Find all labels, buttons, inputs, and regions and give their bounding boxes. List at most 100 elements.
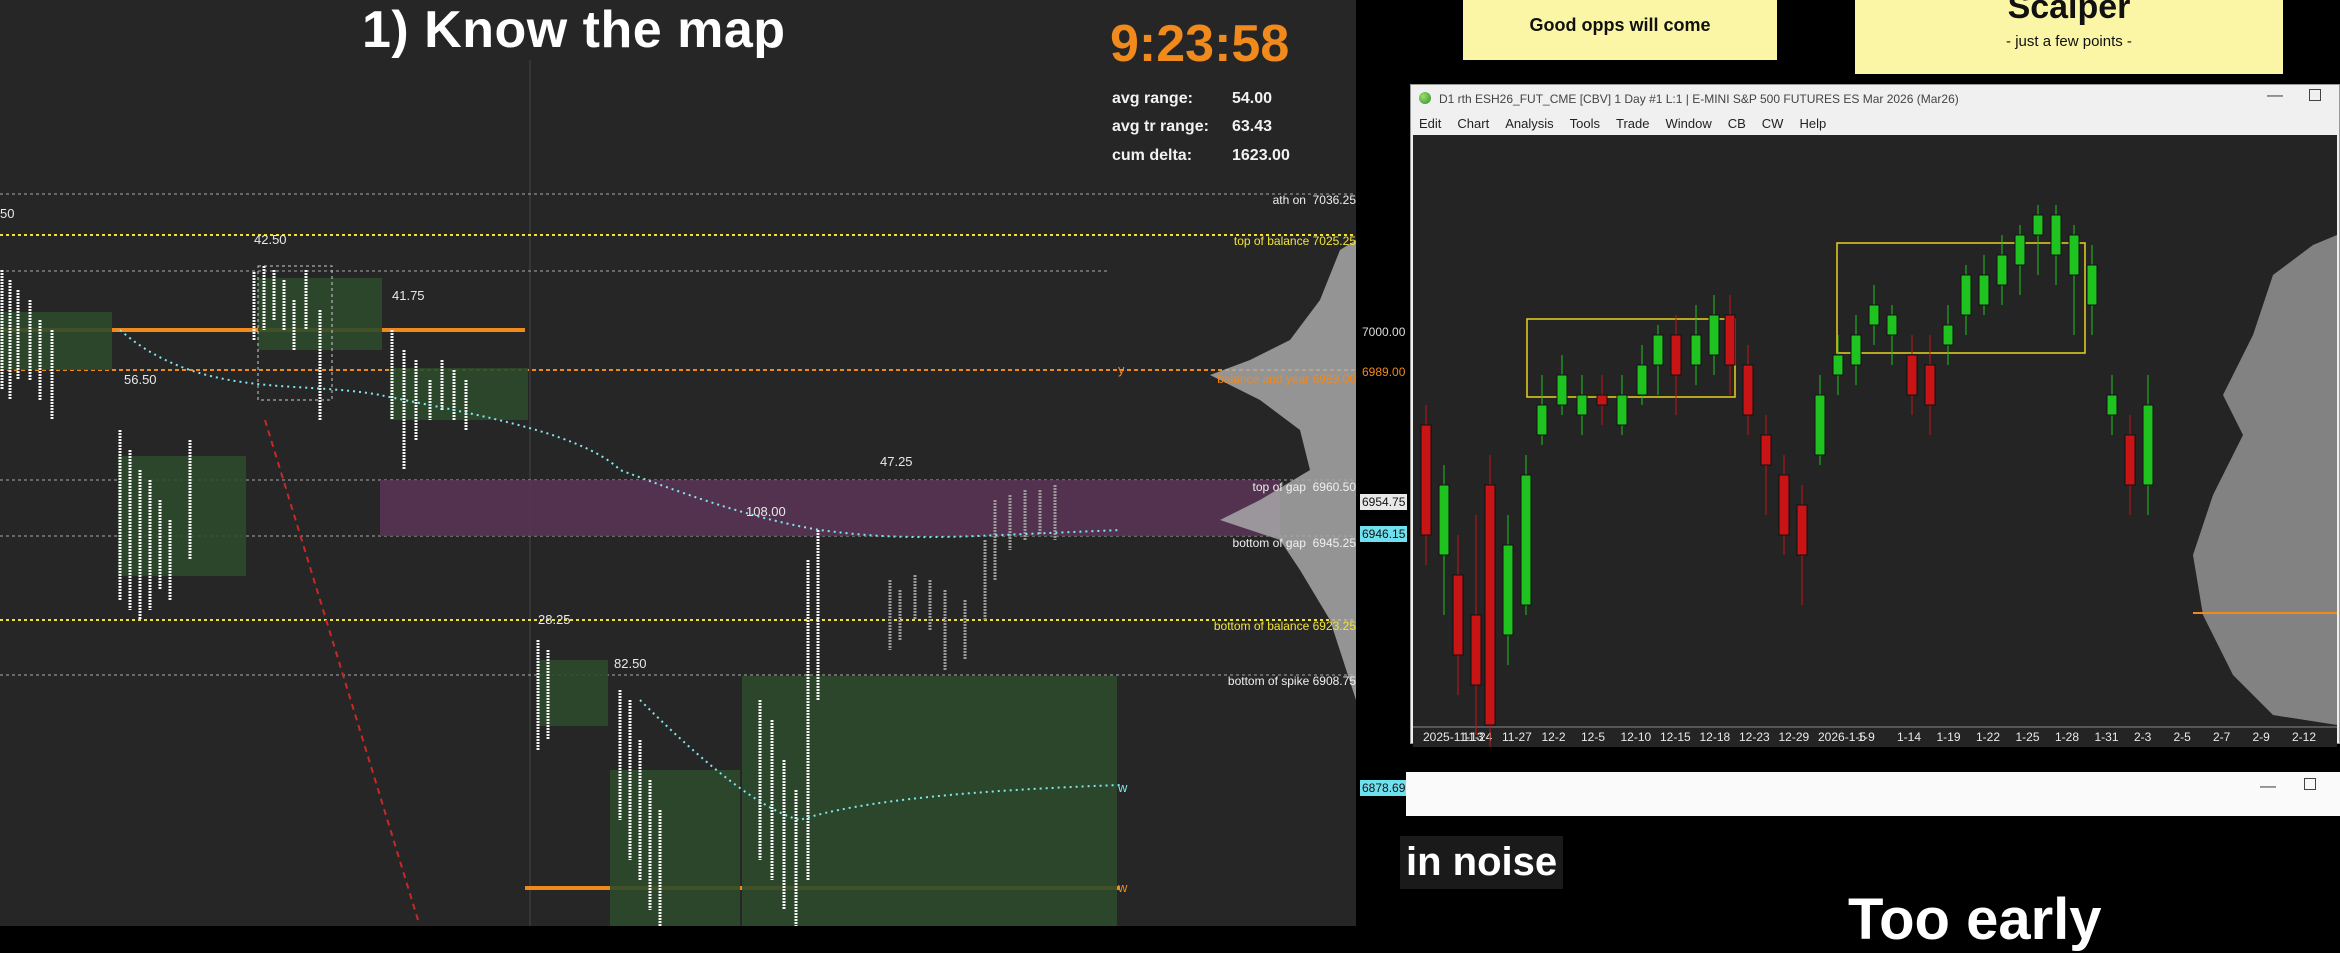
candle-body bbox=[1616, 394, 1628, 426]
stat-label-cum-delta: cum delta: bbox=[1112, 147, 1193, 164]
volume-profile bbox=[2193, 235, 2337, 725]
date-tick-label: 2-9 bbox=[2253, 730, 2271, 744]
menu-item-tools[interactable]: Tools bbox=[1570, 116, 1600, 131]
range-label: 41.75 bbox=[392, 288, 425, 303]
date-tick-label: 12-23 bbox=[1739, 730, 1770, 744]
candle-body bbox=[1670, 334, 1682, 376]
candle-body bbox=[1942, 324, 1954, 346]
candle-body bbox=[1420, 424, 1432, 536]
stat-value-cum-delta: 1623.00 bbox=[1232, 147, 1290, 164]
date-tick-label: 1-22 bbox=[1976, 730, 2000, 744]
candle-body bbox=[2106, 394, 2118, 416]
price-tag-6954: 6954.75 bbox=[1360, 494, 1408, 510]
candle-body bbox=[1868, 304, 1880, 326]
maximize-icon[interactable] bbox=[2304, 778, 2316, 790]
date-tick-label: 2-5 bbox=[2174, 730, 2192, 744]
window-title: D1 rth ESH26_FUT_CME [CBV] 1 Day #1 L:1 … bbox=[1439, 92, 1959, 106]
candle-body bbox=[1886, 314, 1898, 336]
candle-body bbox=[1760, 434, 1772, 466]
candle-body bbox=[2124, 434, 2136, 486]
price-tag-6878: 6878.69 bbox=[1360, 780, 1408, 796]
tpo-chart-canvas[interactable] bbox=[0, 0, 1356, 926]
date-tick-label: 12-10 bbox=[1621, 730, 1652, 744]
menu-item-chart[interactable]: Chart bbox=[1457, 116, 1489, 131]
date-tick-label: 1-31 bbox=[2095, 730, 2119, 744]
range-label: 28.25 bbox=[538, 612, 571, 627]
window-globe-icon bbox=[1419, 92, 1431, 104]
candle-body bbox=[1536, 404, 1548, 436]
candle-body bbox=[1502, 544, 1514, 636]
level-top-of-gap: top of gap 6960.50 bbox=[1252, 480, 1356, 494]
date-tick-label: 12-2 bbox=[1542, 730, 1566, 744]
candle-body bbox=[1814, 394, 1826, 456]
candle-body bbox=[1850, 334, 1862, 366]
menu-item-analysis[interactable]: Analysis bbox=[1505, 116, 1553, 131]
date-tick-label: 1-25 bbox=[2016, 730, 2040, 744]
session-clock: 9:23:58 bbox=[1110, 15, 1290, 73]
maximize-icon[interactable] bbox=[2309, 89, 2321, 101]
candle-body bbox=[1652, 334, 1664, 366]
candle-body bbox=[2032, 214, 2044, 236]
date-tick-label: 11-24 bbox=[1463, 730, 1493, 744]
w-marker: w bbox=[1118, 880, 1128, 895]
scalper-subtitle: - just a few points - bbox=[2006, 33, 2132, 50]
menu-item-trade[interactable]: Trade bbox=[1616, 116, 1649, 131]
menu-item-help[interactable]: Help bbox=[1799, 116, 1826, 131]
date-tick-label: 12-5 bbox=[1581, 730, 1605, 744]
candle-body bbox=[1924, 364, 1936, 406]
candle-body bbox=[1470, 614, 1482, 686]
candle-body bbox=[2050, 214, 2062, 256]
daily-chart-window[interactable]: D1 rth ESH26_FUT_CME [CBV] 1 Day #1 L:1 … bbox=[1410, 84, 2340, 747]
level-balance-and-year: balance and year 6989.00 bbox=[1217, 372, 1356, 386]
range-label: 50 bbox=[0, 206, 15, 221]
y-marker: y bbox=[1118, 362, 1125, 377]
date-tick-label: 1-14 bbox=[1897, 730, 1921, 744]
range-label: 42.50 bbox=[254, 232, 287, 247]
stat-label-avg-range: avg range: bbox=[1112, 90, 1193, 107]
candle-body bbox=[1906, 354, 1918, 396]
candle-body bbox=[1576, 394, 1588, 416]
level-bottom-of-gap: bottom of gap 6945.25 bbox=[1232, 536, 1356, 550]
stat-value-avg-tr-range: 63.43 bbox=[1232, 118, 1273, 135]
date-tick-label: 2-12 bbox=[2292, 730, 2316, 744]
candle-body bbox=[1596, 394, 1608, 406]
window-titlebar[interactable]: D1 rth ESH26_FUT_CME [CBV] 1 Day #1 L:1 … bbox=[1411, 85, 2339, 113]
level-ath: ath on 7036.25 bbox=[1272, 193, 1356, 207]
page-title: 1) Know the map bbox=[362, 1, 786, 59]
candle-body bbox=[1520, 474, 1532, 606]
range-label: 108.00 bbox=[746, 504, 786, 519]
candle-body bbox=[2014, 234, 2026, 266]
minimize-icon[interactable]: — bbox=[2260, 778, 2276, 796]
second-window-titlebar[interactable]: — bbox=[1406, 772, 2340, 816]
candle-body bbox=[1690, 334, 1702, 366]
sticky-note-good-opps: Good opps will come bbox=[1463, 0, 1777, 60]
date-tick-label: 12-18 bbox=[1700, 730, 1731, 744]
date-tick-label: 1-19 bbox=[1937, 730, 1961, 744]
candle-body bbox=[1452, 574, 1464, 656]
date-tick-label: 11-27 bbox=[1502, 730, 1532, 744]
range-label: 82.50 bbox=[614, 656, 647, 671]
candle-body bbox=[1438, 484, 1450, 556]
date-tick-label: 1-9 bbox=[1858, 730, 1876, 744]
left-chart-panel[interactable]: 1) Know the map 9:23:58 avg range: 54.00… bbox=[0, 0, 1356, 926]
level-top-of-balance: top of balance 7025.25 bbox=[1233, 234, 1356, 248]
sticky-note-scalper: Scalper - just a few points - bbox=[1855, 0, 2283, 74]
candle-body bbox=[1996, 254, 2008, 286]
candle-body bbox=[1636, 364, 1648, 396]
w-marker: w bbox=[1118, 780, 1128, 795]
date-tick-label: 1-28 bbox=[2055, 730, 2079, 744]
menu-item-window[interactable]: Window bbox=[1665, 116, 1711, 131]
date-tick-label: 2-7 bbox=[2213, 730, 2231, 744]
range-label: 47.25 bbox=[880, 454, 913, 469]
candle-body bbox=[1978, 274, 1990, 306]
candle-body bbox=[1556, 374, 1568, 406]
daily-candle-chart[interactable]: 2025-11-13 11-24 11-27 12-2 12-5 12-10 12-15 12… bbox=[1413, 135, 2337, 747]
candle-body bbox=[2068, 234, 2080, 276]
minimize-icon[interactable]: — bbox=[2267, 87, 2283, 105]
menu-item-cw[interactable]: CW bbox=[1762, 116, 1784, 131]
menu-item-cb[interactable]: CB bbox=[1728, 116, 1746, 131]
stat-value-avg-range: 54.00 bbox=[1232, 90, 1273, 107]
price-tag-6989: 6989.00 bbox=[1362, 365, 1406, 379]
menu-item-edit[interactable]: Edit bbox=[1419, 116, 1441, 131]
range-label: 56.50 bbox=[124, 372, 157, 387]
